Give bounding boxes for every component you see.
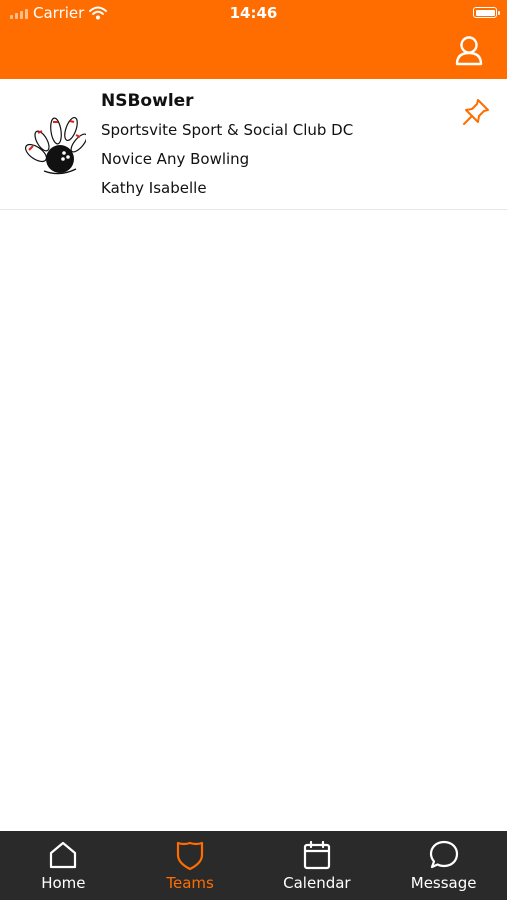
tab-teams[interactable]: Teams: [127, 831, 254, 900]
team-division: Novice Any Bowling: [101, 150, 250, 168]
tab-bar: Home Teams Calendar Message: [0, 831, 507, 900]
team-name: NSBowler: [101, 91, 194, 111]
tab-teams-label: Teams: [166, 874, 214, 892]
team-list-item[interactable]: NSBowler Sportsvite Sport & Social Club …: [0, 79, 507, 210]
tab-message[interactable]: Message: [380, 831, 507, 900]
battery-icon: [473, 7, 500, 18]
shield-icon: [177, 841, 204, 871]
home-icon: [50, 841, 77, 869]
pin-icon: [463, 99, 489, 125]
status-bar: Carrier 14:46: [0, 0, 507, 28]
tab-message-label: Message: [410, 874, 477, 892]
team-captain: Kathy Isabelle: [101, 179, 207, 197]
profile-button[interactable]: [454, 35, 484, 67]
tab-calendar[interactable]: Calendar: [254, 831, 381, 900]
status-time: 14:46: [229, 4, 278, 22]
pin-button[interactable]: [461, 97, 491, 127]
bowling-logo: [16, 113, 88, 179]
message-icon: [429, 840, 458, 869]
calendar-icon: [303, 840, 330, 870]
team-club: Sportsvite Sport & Social Club DC: [101, 121, 354, 139]
tab-calendar-label: Calendar: [283, 874, 351, 892]
tab-home[interactable]: Home: [0, 831, 127, 900]
user-icon: [455, 36, 483, 66]
app-header: Carrier 14:46: [0, 0, 507, 79]
tab-home-label: Home: [41, 874, 86, 892]
